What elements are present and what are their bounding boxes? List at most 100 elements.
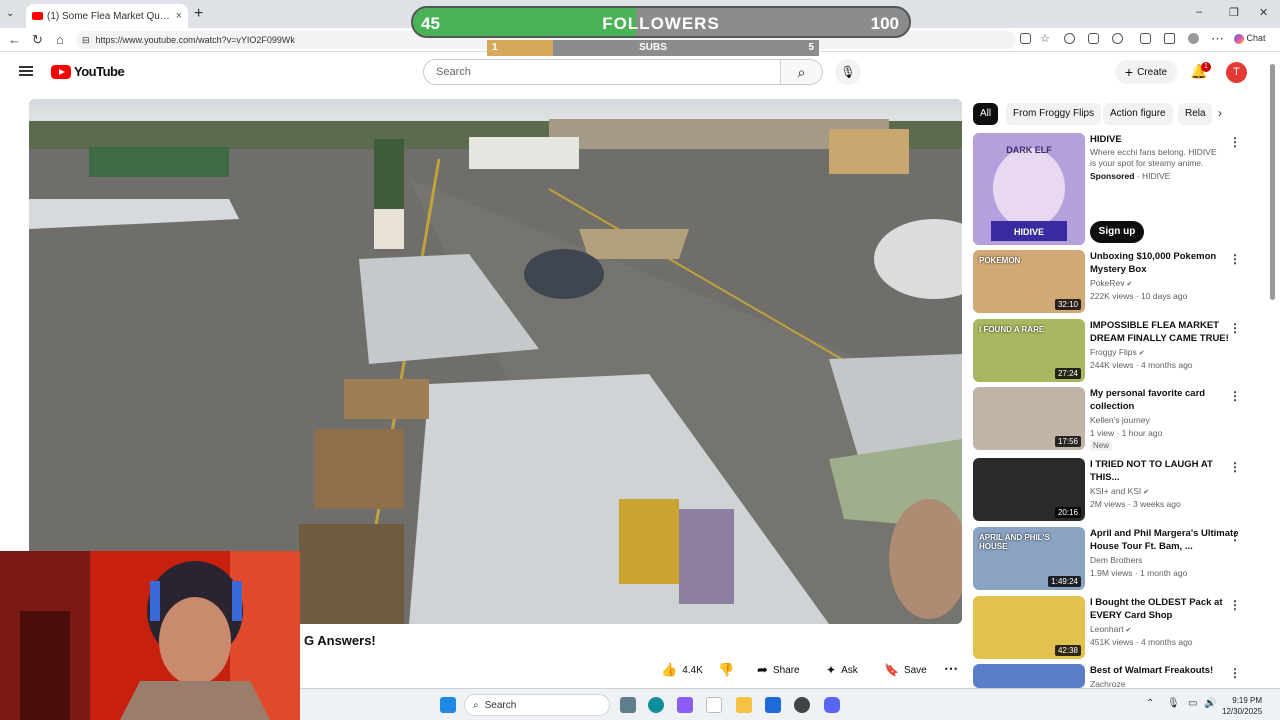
chat-button[interactable]: Chat [1234,33,1266,44]
like-count: 4.4K [682,664,703,676]
browser-tab[interactable]: (1) Some Flea Market Questio × [26,4,188,28]
youtube-logo[interactable]: YouTube [51,64,125,79]
video-menu-icon[interactable]: ⋮ [1229,389,1241,403]
avatar[interactable]: T [1226,62,1247,83]
tray-chevron-icon[interactable]: ⌃ [1146,698,1154,709]
new-tab-button[interactable]: + [194,5,203,23]
recommendation-card[interactable]: I FOUND A RARE 27:24 IMPOSSIBLE FLEA MARKE… [973,319,1263,383]
channel-name[interactable]: Froggy Flips ✔ [1090,347,1145,357]
tab-close-icon[interactable]: × [176,10,182,22]
discord-icon[interactable] [824,697,840,713]
ad-menu-icon[interactable]: ⋮ [1229,135,1241,149]
recommendation-card[interactable]: 17:56 My personal favorite card collectio… [973,387,1263,451]
recommendation-card[interactable]: POKEMON 32:10 Unboxing $10,000 Pokemon Mys… [973,250,1263,314]
video-menu-icon[interactable]: ⋮ [1229,321,1241,335]
voice-search-button[interactable]: 🎙 [835,59,861,85]
ad-thumbnail-image: DARK ELF HIDIVE [973,133,1085,245]
chevron-right-icon[interactable]: › [1218,106,1222,120]
mail-icon[interactable] [765,697,781,713]
video-menu-icon[interactable]: ⋮ [1229,460,1241,474]
recommendation-title[interactable]: My personal favorite card collection [1090,387,1240,413]
video-thumbnail[interactable]: 17:56 [973,387,1085,450]
extension-icon[interactable] [1088,33,1099,44]
recommendation-title[interactable]: I TRIED NOT TO LAUGH AT THIS... [1090,458,1240,484]
microphone-tray-icon[interactable]: 🎙 [1167,698,1180,709]
search-input[interactable]: Search [423,59,781,85]
tab-list-icon[interactable]: ⌄ [6,8,14,19]
edge-browser-icon[interactable] [648,697,664,713]
volume-icon[interactable]: 🔊 [1204,698,1216,709]
search-button[interactable]: ⌕ [781,59,823,85]
channel-name[interactable]: Leonhart ✔ [1090,624,1131,634]
task-view-icon[interactable] [620,697,636,713]
video-duration: 27:24 [1054,368,1081,379]
back-icon[interactable]: ← [8,32,21,47]
ask-button[interactable]: ✦ Ask [826,659,858,681]
minimize-button[interactable]: – [1196,6,1202,18]
video-thumbnail[interactable]: POKEMON 32:10 [973,250,1085,313]
ad-card[interactable]: DARK ELF HIDIVE HIDIVE Where ecchi fans … [973,133,1263,245]
extension-icon[interactable] [1164,33,1175,44]
network-icon[interactable]: ▭ [1188,698,1197,709]
extension-icon[interactable] [1112,33,1123,44]
video-player[interactable] [29,99,962,624]
recommendation-card[interactable]: 20:16 I TRIED NOT TO LAUGH AT THIS... KSI+… [973,458,1263,522]
recommendation-title[interactable]: I Bought the OLDEST Pack at EVERY Card S… [1090,596,1240,622]
channel-name[interactable]: Kellen's journey [1090,415,1150,425]
recommendation-card[interactable]: 42:38 I Bought the OLDEST Pack at EVERY C… [973,596,1263,660]
menu-dots-icon[interactable]: ⋯ [1211,31,1224,47]
recommendation-card[interactable]: APRIL AND PHIL'S HOUSE 1:49:24 April and P… [973,527,1263,591]
channel-name[interactable]: PokeRev ✔ [1090,278,1132,288]
video-thumbnail[interactable]: 20:16 [973,458,1085,521]
hamburger-menu-icon[interactable] [19,66,33,76]
ad-thumbnail-banner: DARK ELF [1006,145,1052,155]
video-thumbnail[interactable]: 42:38 [973,596,1085,659]
view-count-and-age: 1 view · 1 hour ago [1090,428,1163,438]
chip-related[interactable]: Rela [1178,103,1212,125]
recommendation-title[interactable]: Best of Walmart Freakouts! [1090,664,1240,677]
chip-all[interactable]: All [973,103,999,125]
reload-icon[interactable]: ↻ [32,32,43,48]
save-button[interactable]: 🔖 Save [884,659,927,681]
copilot-icon [1234,33,1244,44]
channel-name[interactable]: Dem Brothers [1090,555,1142,565]
verified-check-icon: ✔ [1141,489,1150,496]
chip-action-figure[interactable]: Action figure [1103,103,1173,125]
video-menu-icon[interactable]: ⋮ [1229,252,1241,266]
video-thumbnail[interactable] [973,664,1085,688]
profile-icon[interactable] [1188,33,1199,44]
ad-thumbnail[interactable]: DARK ELF HIDIVE [973,133,1085,245]
like-button[interactable]: 👍 4.4K [661,659,703,681]
scrollbar-thumb[interactable] [1270,64,1275,300]
home-icon[interactable]: ⌂ [56,32,64,47]
copilot-app-icon[interactable] [677,697,693,713]
obs-icon[interactable] [794,697,810,713]
video-thumbnail[interactable]: I FOUND A RARE 27:24 [973,319,1085,382]
recommendation-title[interactable]: April and Phil Margera's Ultimate House … [1090,527,1240,553]
start-windows-icon[interactable] [440,697,456,713]
store-icon[interactable] [706,697,722,713]
recommendation-title[interactable]: IMPOSSIBLE FLEA MARKET DREAM FINALLY CAM… [1090,319,1240,345]
video-menu-icon[interactable]: ⋮ [1229,598,1241,612]
extension-icon[interactable] [1020,33,1031,44]
system-clock[interactable]: 9:19 PM 12/30/2025 [1222,695,1262,717]
share-button[interactable]: ➦ Share [757,659,800,681]
more-actions-icon[interactable]: ⋯ [944,660,958,677]
bookmark-star-icon[interactable]: ☆ [1040,32,1050,45]
chip-from-froggy-flips[interactable]: From Froggy Flips [1006,103,1102,125]
recommendation-title[interactable]: Unboxing $10,000 Pokemon Mystery Box [1090,250,1240,276]
signup-button[interactable]: Sign up [1090,221,1144,243]
file-explorer-icon[interactable] [736,697,752,713]
channel-name[interactable]: KSI+ and KSI ✔ [1090,486,1149,496]
extension-icon[interactable] [1064,33,1075,44]
site-info-icon[interactable]: ⊟ [82,35,90,46]
maximize-button[interactable]: ❐ [1229,6,1239,19]
video-menu-icon[interactable]: ⋮ [1229,666,1241,680]
taskbar-search-box[interactable]: ⌕ Search [464,694,610,716]
create-button[interactable]: + Create [1115,60,1177,84]
video-thumbnail[interactable]: APRIL AND PHIL'S HOUSE 1:49:24 [973,527,1085,590]
video-menu-icon[interactable]: ⋮ [1229,529,1241,543]
extension-icon[interactable] [1140,33,1151,44]
close-window-button[interactable]: ✕ [1259,6,1268,19]
dislike-button[interactable]: 👎 [718,659,734,681]
